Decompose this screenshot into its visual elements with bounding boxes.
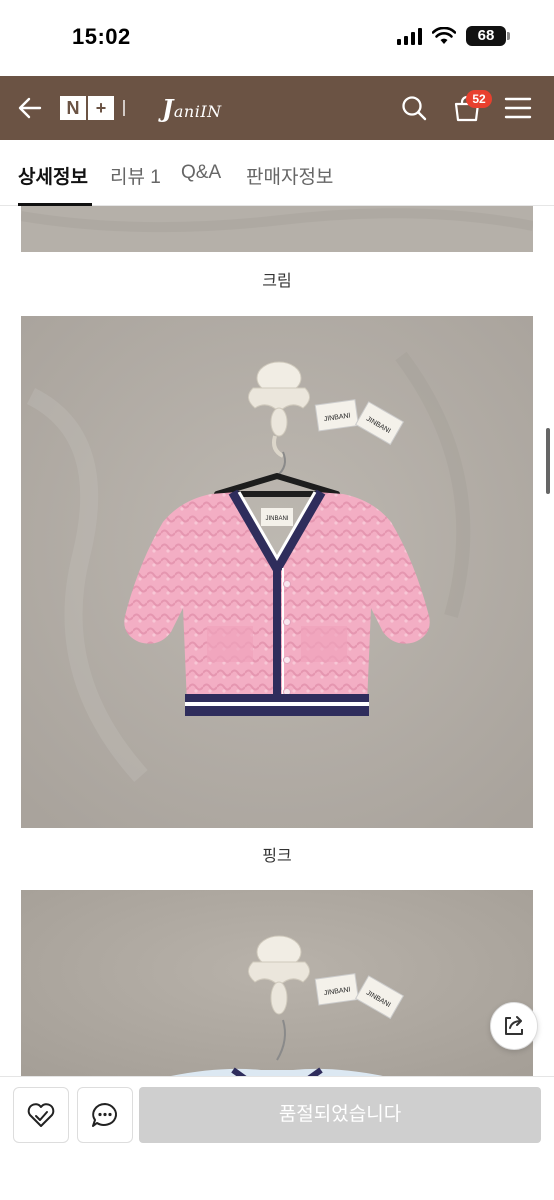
back-arrow-icon[interactable] <box>16 94 44 122</box>
shop-logo[interactable]: JaniIN <box>162 94 222 123</box>
caption-cream: 크림 <box>262 273 292 290</box>
cart-count-badge: 52 <box>466 90 492 108</box>
status-time: 15:02 <box>72 24 131 49</box>
scrollbar-thumb[interactable] <box>546 428 550 494</box>
share-button[interactable] <box>490 1002 538 1050</box>
detail-tabs: 상세정보 리뷰 1 Q&A 판매자정보 <box>0 140 554 206</box>
cellular-signal-icon <box>397 27 422 45</box>
status-icons: 68 <box>397 26 510 46</box>
chat-button[interactable] <box>77 1087 133 1143</box>
wifi-icon <box>432 27 456 44</box>
tab-details[interactable]: 상세정보 <box>18 162 88 189</box>
tab-qna[interactable]: Q&A <box>181 162 221 184</box>
purchase-bar: 품절되었습니다 <box>0 1076 554 1200</box>
product-photo-cream <box>21 206 533 252</box>
nplus-plus-mark: + <box>88 96 114 120</box>
status-bar: 15:02 68 <box>0 0 554 76</box>
battery-icon: 68 <box>466 26 510 46</box>
product-photo-pink: JINBANI JINBANI JINBANI <box>21 316 533 828</box>
share-icon <box>505 1016 523 1035</box>
app-header: N + JaniIN 52 <box>0 76 554 140</box>
sold-out-button[interactable]: 품절되었습니다 <box>139 1087 541 1143</box>
hamburger-menu-icon[interactable] <box>504 96 532 120</box>
nplus-logo[interactable]: N + <box>60 96 114 120</box>
header-divider <box>123 100 125 116</box>
product-photo-next: JINBANI JINBANI <box>21 890 533 1076</box>
chat-bubble-icon <box>92 1103 117 1127</box>
tab-reviews[interactable]: 리뷰 1 <box>110 162 161 189</box>
nplus-n-mark: N <box>60 96 86 120</box>
tab-seller-info[interactable]: 판매자정보 <box>246 162 333 189</box>
heart-check-icon <box>27 1103 55 1127</box>
wishlist-button[interactable] <box>13 1087 69 1143</box>
search-icon[interactable] <box>400 94 428 122</box>
svg-text:JINBANI: JINBANI <box>265 516 288 522</box>
product-detail-content: 크림 JINBANI JINBANI JINBANI 핑크 JINBANI JI… <box>0 206 554 1076</box>
caption-pink: 핑크 <box>262 848 292 865</box>
